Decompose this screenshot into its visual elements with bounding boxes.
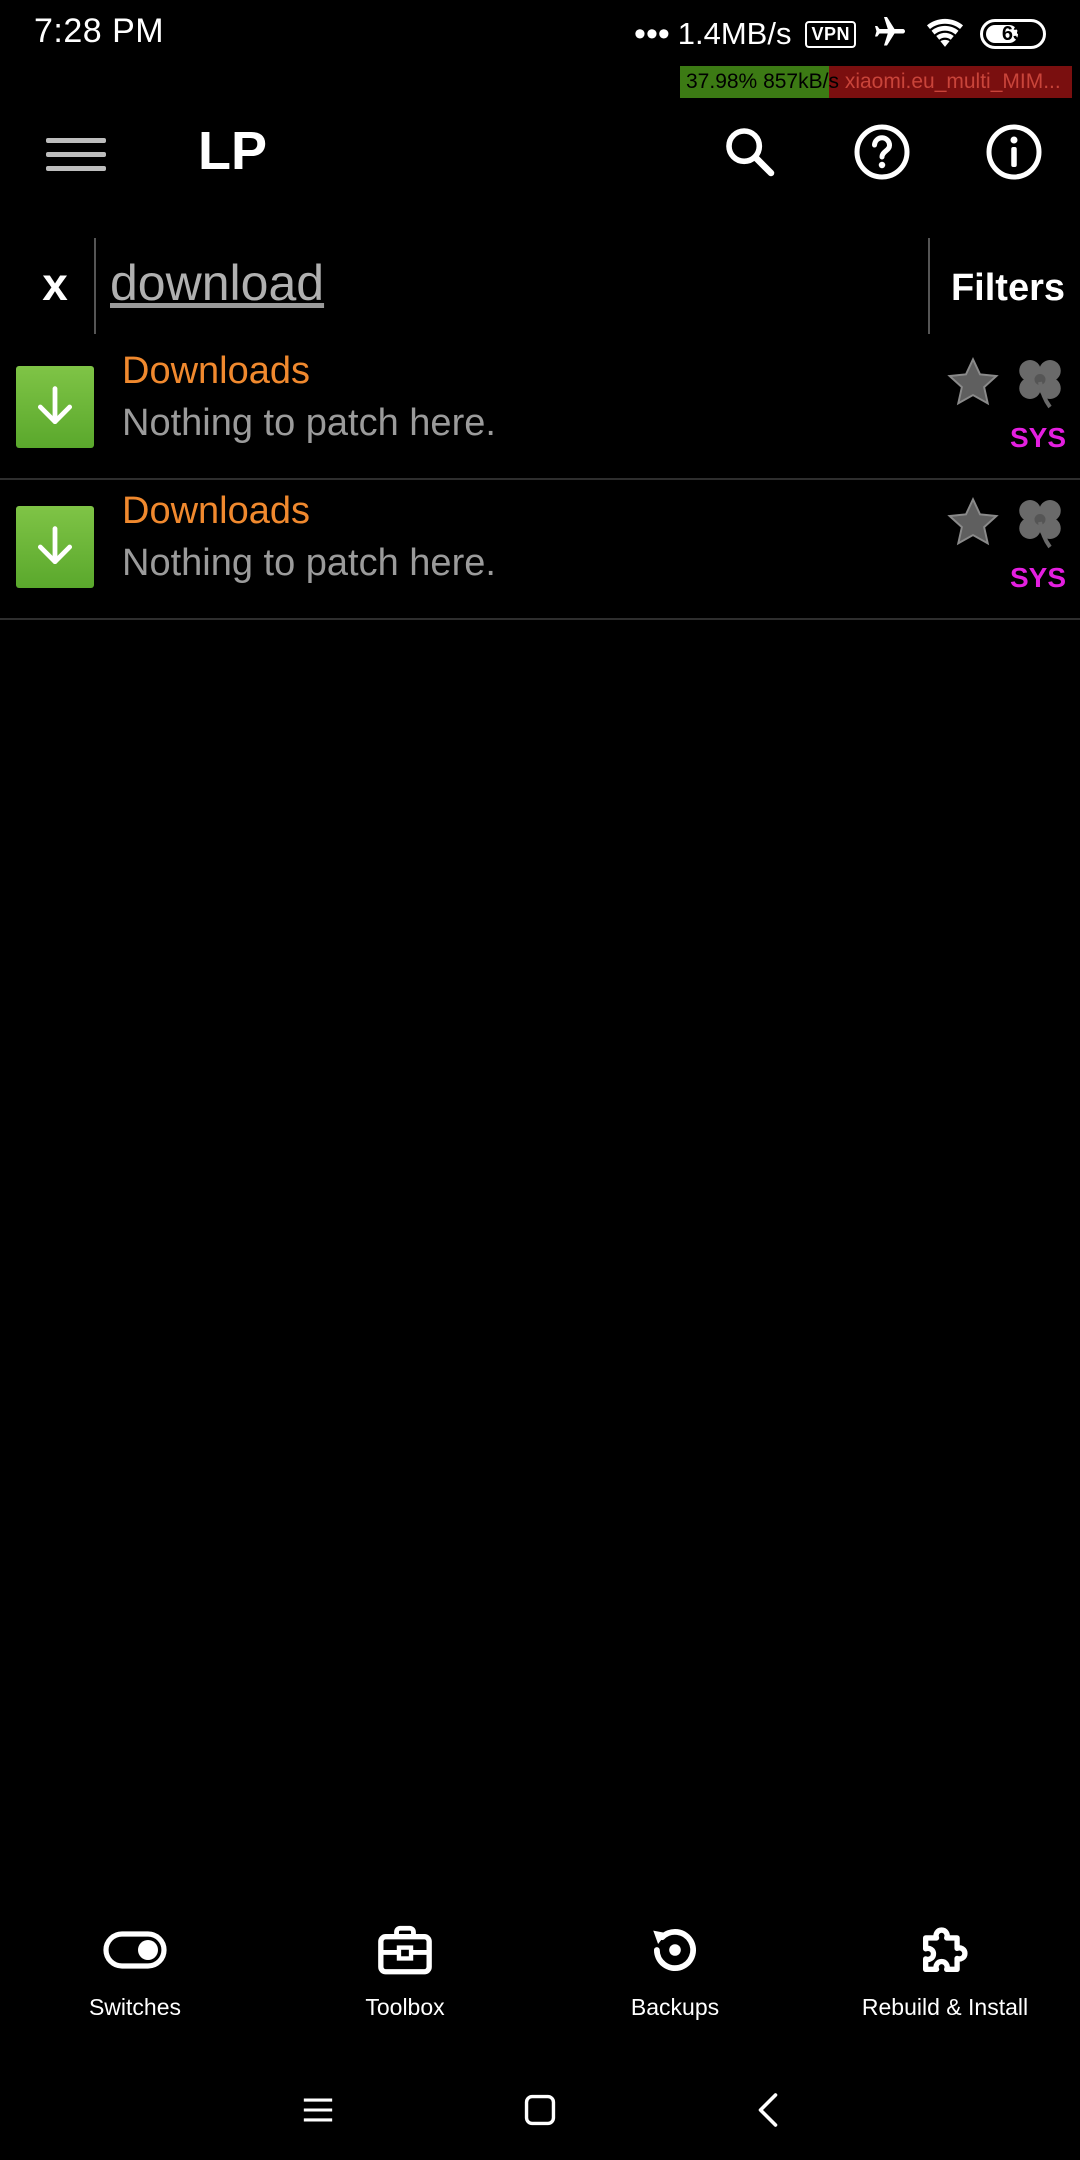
nav-toolbox[interactable]: Toolbox xyxy=(270,1900,540,2040)
puzzle-piece-icon xyxy=(913,1920,977,1980)
filters-button[interactable]: Filters xyxy=(938,260,1078,316)
item-status: Nothing to patch here. xyxy=(122,542,496,584)
status-bar: 7:28 PM ••• 1.4MB/s VPN 63 xyxy=(0,0,1080,66)
notification-dots-icon: ••• xyxy=(634,15,670,53)
backup-restore-icon xyxy=(643,1920,707,1980)
item-title: Downloads xyxy=(122,490,310,532)
sys-badge: SYS xyxy=(1009,422,1066,453)
nav-label: Backups xyxy=(630,1994,720,2020)
download-file-name: xiaomi.eu_multi_MIM... xyxy=(844,70,1061,93)
download-percent: 37.98% xyxy=(686,70,758,93)
toggle-switch-icon xyxy=(103,1920,167,1980)
clover-icon[interactable] xyxy=(1010,352,1070,412)
info-icon[interactable] xyxy=(978,116,1050,188)
bottom-nav: Switches Toolbox Backups Rebuild & Insta… xyxy=(0,1900,1080,2040)
recents-menu-icon[interactable] xyxy=(294,2086,342,2134)
status-time: 7:28 PM xyxy=(34,12,165,50)
sys-badge: SYS xyxy=(1009,562,1066,593)
hamburger-menu-icon[interactable] xyxy=(46,124,106,184)
vpn-badge: VPN xyxy=(805,20,856,48)
nav-rebuild-install[interactable]: Rebuild & Install xyxy=(810,1900,1080,2040)
item-status: Nothing to patch here. xyxy=(122,402,496,444)
app-list: Downloads Nothing to patch here. SYS Dow… xyxy=(0,340,1080,620)
system-nav-bar xyxy=(0,2060,1080,2160)
nav-label: Switches xyxy=(88,1994,182,2020)
download-progress-text: 37.98% 857kB/s xiaomi.eu_multi_MIM... xyxy=(680,70,1061,94)
network-speed: 1.4MB/s xyxy=(677,16,792,51)
back-chevron-icon[interactable] xyxy=(744,2086,792,2134)
search-row: x Filters xyxy=(0,236,1080,336)
star-icon[interactable] xyxy=(944,354,1002,412)
clear-search-button[interactable]: x xyxy=(30,254,80,314)
star-icon[interactable] xyxy=(944,494,1002,552)
app-title: LP xyxy=(198,121,268,181)
status-indicators: ••• 1.4MB/s VPN 63 xyxy=(634,14,1046,54)
nav-label: Toolbox xyxy=(365,1994,445,2020)
download-progress-strip[interactable]: 37.98% 857kB/s xiaomi.eu_multi_MIM... xyxy=(680,66,1072,98)
search-icon[interactable] xyxy=(714,116,786,188)
toolbox-icon xyxy=(373,1920,437,1980)
battery-percent: 63 xyxy=(1001,22,1025,45)
filters-divider xyxy=(928,238,930,334)
nav-switches[interactable]: Switches xyxy=(0,1900,270,2040)
list-item[interactable]: Downloads Nothing to patch here. SYS xyxy=(0,480,1080,620)
app-bar: LP xyxy=(0,98,1080,238)
clover-icon[interactable] xyxy=(1010,492,1070,552)
battery-icon: 63 xyxy=(980,19,1046,49)
wifi-icon xyxy=(924,14,966,55)
download-arrow-icon xyxy=(16,506,94,588)
home-square-icon[interactable] xyxy=(516,2086,564,2134)
nav-label: Rebuild & Install xyxy=(861,1994,1029,2020)
download-arrow-icon xyxy=(16,366,94,448)
help-icon[interactable] xyxy=(846,116,918,188)
search-divider xyxy=(94,238,96,334)
search-input[interactable] xyxy=(110,250,910,316)
list-item[interactable]: Downloads Nothing to patch here. SYS xyxy=(0,340,1080,480)
download-speed: 857kB/s xyxy=(763,70,839,93)
item-title: Downloads xyxy=(122,350,310,392)
airplane-mode-icon xyxy=(870,14,910,55)
nav-backups[interactable]: Backups xyxy=(540,1900,810,2040)
